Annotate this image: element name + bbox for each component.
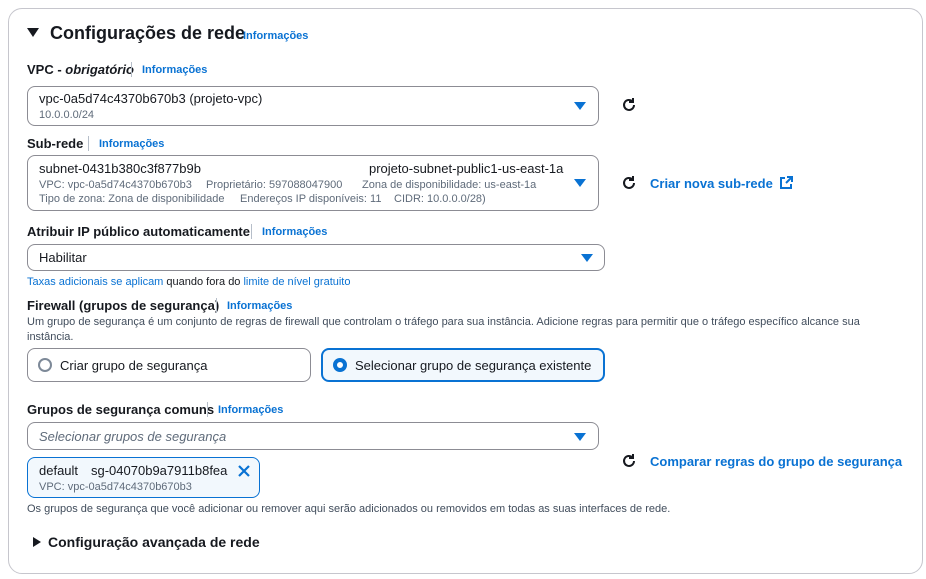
create-subnet-link[interactable]: Criar nova sub-rede [650,176,794,191]
expand-caret-icon[interactable] [33,537,41,547]
token-name: default [39,463,79,478]
subnet-zone-type: Tipo de zona: Zona de disponibilidade [39,193,225,205]
divider [131,62,132,77]
divider [216,298,217,313]
subnet-vpc: VPC: vpc-0a5d74c4370b670b3 [39,179,192,191]
divider [88,136,89,151]
refresh-icon[interactable] [620,174,638,192]
security-group-footer: Os grupos de segurança que você adiciona… [27,503,671,515]
collapse-caret-icon[interactable] [27,28,39,37]
firewall-description: Um grupo de segurança é um conjunto de r… [27,316,860,328]
radio-unselected-icon [38,358,52,372]
free-tier-link[interactable]: limite de nível gratuito [243,276,350,288]
option-select-label: Selecionar grupo de segurança existente [355,358,592,373]
token-id: sg-04070b9a7911b8fea [91,463,228,478]
chevron-down-icon [581,254,593,262]
external-link-icon [780,176,794,189]
compare-rules-link[interactable]: Comparar regras do grupo de segurança [650,454,902,469]
refresh-icon[interactable] [620,452,638,470]
radio-select-existing-security-group[interactable]: Selecionar grupo de segurança existente [321,348,605,382]
subnet-owner: Proprietário: 597088047900 [206,179,343,191]
fees-link[interactable]: Taxas adicionais se aplicam [27,276,163,288]
close-icon[interactable] [237,464,251,478]
radio-create-security-group[interactable]: Criar grupo de segurança [27,348,311,382]
firewall-description-2: instância. [27,331,74,343]
subnet-info-link[interactable]: Informações [99,138,164,150]
subnet-id: subnet-0431b380c3f877b9b [39,161,201,176]
divider [251,224,252,239]
public-ip-select[interactable]: Habilitar [27,244,605,271]
public-ip-label: Atribuir IP público automaticamente [27,224,250,239]
vpc-info-link[interactable]: Informações [142,64,207,76]
refresh-icon[interactable] [620,96,638,114]
subnet-name: projeto-subnet-public1-us-east-1a [369,161,564,176]
section-info-link[interactable]: Informações [243,30,308,42]
subnet-zone: Zona de disponibilidade: us-east-1a [362,179,537,191]
chevron-down-icon [574,179,586,187]
public-ip-info-link[interactable]: Informações [262,226,327,238]
common-sg-info-link[interactable]: Informações [218,404,283,416]
vpc-cidr: 10.0.0.0/24 [39,109,95,121]
divider [207,402,208,417]
option-create-label: Criar grupo de segurança [60,358,208,373]
vpc-label: VPC - obrigatório [27,62,134,77]
common-sg-label: Grupos de segurança comuns [27,402,215,417]
subnet-cidr: CIDR: 10.0.0.0/28) [394,193,486,205]
token-vpc: VPC: vpc-0a5d74c4370b670b3 [39,481,192,493]
firewall-info-link[interactable]: Informações [227,300,292,312]
security-group-token: default sg-04070b9a7911b8fea VPC: vpc-0a… [27,457,260,498]
security-group-placeholder: Selecionar grupos de segurança [39,429,227,444]
firewall-label: Firewall (grupos de segurança) [27,298,220,313]
public-ip-note: Taxas adicionais se aplicam quando fora … [27,276,351,288]
security-group-multiselect[interactable]: Selecionar grupos de segurança [27,422,599,450]
vpc-value: vpc-0a5d74c4370b670b3 (projeto-vpc) [39,91,263,106]
section-title: Configurações de rede [50,23,246,43]
subnet-label: Sub-rede [27,136,84,151]
subnet-select[interactable]: subnet-0431b380c3f877b9b projeto-subnet-… [27,155,599,211]
advanced-network-config-toggle[interactable]: Configuração avançada de rede [48,534,260,550]
chevron-down-icon [574,433,586,441]
vpc-select[interactable]: vpc-0a5d74c4370b670b3 (projeto-vpc) 10.0… [27,86,599,126]
radio-selected-icon [333,358,347,372]
subnet-available-ips: Endereços IP disponíveis: 11 [240,193,382,205]
public-ip-value: Habilitar [39,250,87,265]
chevron-down-icon [574,102,586,110]
